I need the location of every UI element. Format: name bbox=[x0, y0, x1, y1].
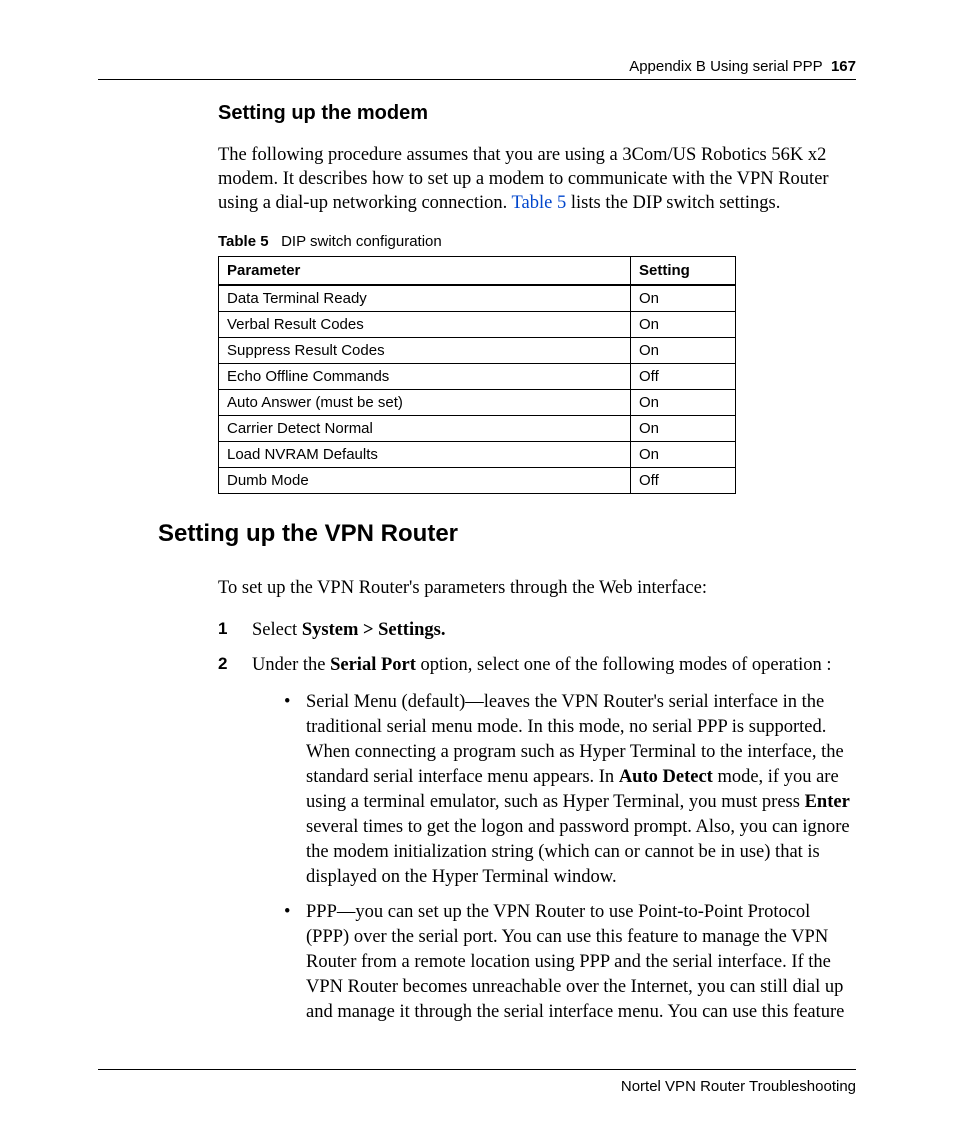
step-item: 2 Under the Serial Port option, select o… bbox=[218, 653, 856, 1025]
table-label: Table 5 bbox=[218, 233, 269, 250]
steps-list: 1 Select System > Settings. 2 Under the … bbox=[218, 618, 856, 1025]
step-number: 1 bbox=[218, 618, 227, 641]
cell-param: Verbal Result Codes bbox=[219, 312, 631, 338]
step-text-pre: Select bbox=[252, 620, 302, 640]
header-text: Appendix B Using serial PPP bbox=[629, 58, 822, 75]
cell-setting: On bbox=[631, 338, 736, 364]
table-xref-link[interactable]: Table 5 bbox=[512, 193, 567, 213]
step-text-post: option, select one of the following mode… bbox=[416, 655, 832, 675]
table-row: Auto Answer (must be set)On bbox=[219, 390, 736, 416]
page-number: 167 bbox=[831, 58, 856, 75]
page: Appendix B Using serial PPP 167 Setting … bbox=[0, 0, 954, 1145]
section-heading-vpn: Setting up the VPN Router bbox=[158, 520, 856, 548]
step-text-pre: Under the bbox=[252, 655, 330, 675]
col-header-parameter: Parameter bbox=[219, 257, 631, 286]
table-row: Load NVRAM DefaultsOn bbox=[219, 442, 736, 468]
table-row: Carrier Detect NormalOn bbox=[219, 416, 736, 442]
step-number: 2 bbox=[218, 653, 227, 676]
bottom-rule bbox=[98, 1069, 856, 1070]
bullet-item: PPP—you can set up the VPN Router to use… bbox=[284, 900, 856, 1025]
table-row: Suppress Result CodesOn bbox=[219, 338, 736, 364]
running-header: Appendix B Using serial PPP 167 bbox=[98, 58, 856, 75]
bullet-bold-1: Auto Detect bbox=[619, 767, 713, 787]
cell-param: Dumb Mode bbox=[219, 468, 631, 494]
bullet-list: Serial Menu (default)—leaves the VPN Rou… bbox=[284, 690, 856, 1025]
col-header-setting: Setting bbox=[631, 257, 736, 286]
content: Setting up the modem The following proce… bbox=[98, 102, 856, 1025]
cell-setting: On bbox=[631, 285, 736, 312]
step-text-bold: System > Settings. bbox=[302, 620, 446, 640]
bullet-text: PPP—you can set up the VPN Router to use… bbox=[306, 902, 844, 1022]
cell-param: Auto Answer (must be set) bbox=[219, 390, 631, 416]
table-caption-text: DIP switch configuration bbox=[281, 233, 442, 250]
table-header-row: Parameter Setting bbox=[219, 257, 736, 286]
cell-setting: Off bbox=[631, 468, 736, 494]
intro-paragraph: The following procedure assumes that you… bbox=[218, 143, 856, 215]
cell-setting: On bbox=[631, 312, 736, 338]
cell-param: Suppress Result Codes bbox=[219, 338, 631, 364]
cell-setting: On bbox=[631, 442, 736, 468]
cell-param: Load NVRAM Defaults bbox=[219, 442, 631, 468]
table-row: Data Terminal ReadyOn bbox=[219, 285, 736, 312]
footer-text: Nortel VPN Router Troubleshooting bbox=[98, 1078, 856, 1095]
bullet-text-3: several times to get the logon and passw… bbox=[306, 817, 850, 887]
footer: Nortel VPN Router Troubleshooting bbox=[98, 1069, 856, 1095]
step-text-bold: Serial Port bbox=[330, 655, 416, 675]
dip-switch-table: Parameter Setting Data Terminal ReadyOn … bbox=[218, 256, 736, 494]
cell-setting: Off bbox=[631, 364, 736, 390]
subheading-modem: Setting up the modem bbox=[218, 102, 856, 125]
cell-param: Carrier Detect Normal bbox=[219, 416, 631, 442]
top-rule bbox=[98, 79, 856, 80]
bullet-bold-2: Enter bbox=[805, 792, 850, 812]
cell-param: Data Terminal Ready bbox=[219, 285, 631, 312]
cell-param: Echo Offline Commands bbox=[219, 364, 631, 390]
section-intro: To set up the VPN Router's parameters th… bbox=[218, 576, 856, 600]
table-caption: Table 5 DIP switch configuration bbox=[218, 233, 856, 250]
table-row: Echo Offline CommandsOff bbox=[219, 364, 736, 390]
table-row: Dumb ModeOff bbox=[219, 468, 736, 494]
intro-text-2: lists the DIP switch settings. bbox=[566, 193, 780, 213]
bullet-item: Serial Menu (default)—leaves the VPN Rou… bbox=[284, 690, 856, 890]
cell-setting: On bbox=[631, 416, 736, 442]
step-item: 1 Select System > Settings. bbox=[218, 618, 856, 643]
cell-setting: On bbox=[631, 390, 736, 416]
table-row: Verbal Result CodesOn bbox=[219, 312, 736, 338]
